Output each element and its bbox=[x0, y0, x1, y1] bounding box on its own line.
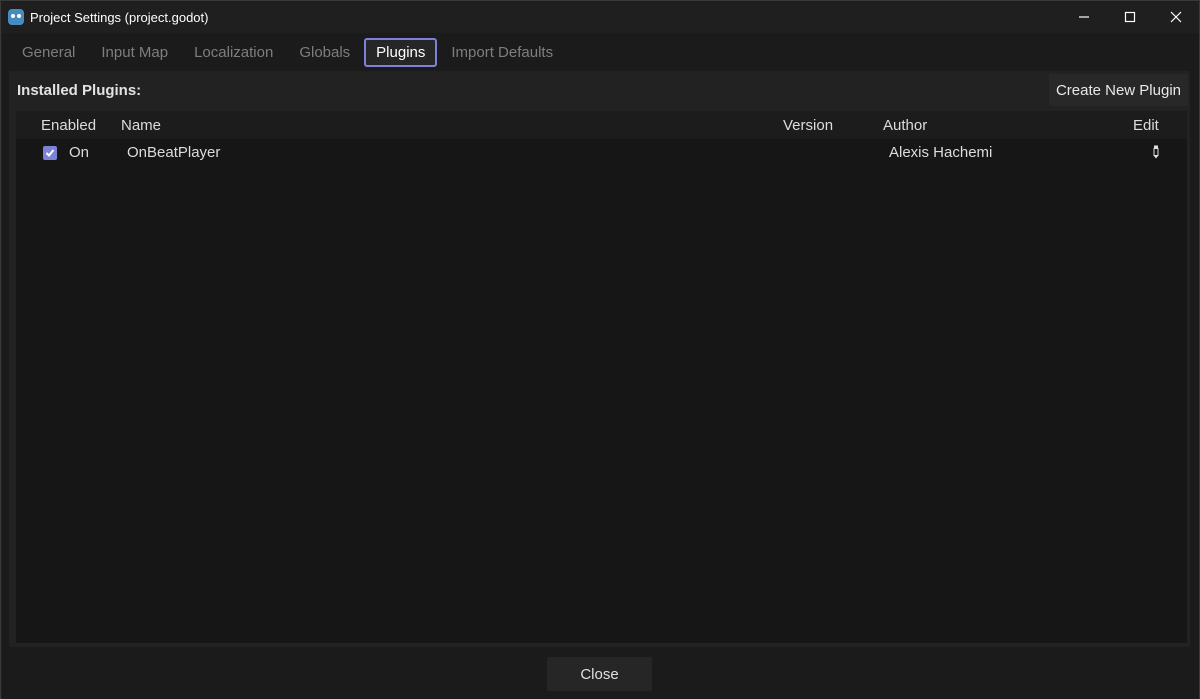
plugin-author: Alexis Hachemi bbox=[889, 144, 993, 161]
title-bar[interactable]: Project Settings (project.godot) bbox=[1, 1, 1199, 33]
dialog-body: General Input Map Localization Globals P… bbox=[2, 33, 1199, 699]
column-author[interactable]: Author bbox=[883, 117, 927, 134]
close-window-button[interactable] bbox=[1153, 1, 1199, 33]
plugins-header: Installed Plugins: Create New Plugin bbox=[9, 71, 1190, 109]
plugin-table: Enabled Name Version Author Edit On OnBe… bbox=[16, 111, 1187, 643]
maximize-button[interactable] bbox=[1107, 1, 1153, 33]
tab-bar: General Input Map Localization Globals P… bbox=[2, 33, 1199, 71]
pencil-icon[interactable] bbox=[1153, 145, 1159, 159]
create-new-plugin-button[interactable]: Create New Plugin bbox=[1048, 74, 1188, 106]
table-row[interactable]: On OnBeatPlayer Alexis Hachemi bbox=[16, 139, 1187, 167]
godot-icon bbox=[8, 9, 24, 25]
checkmark-icon bbox=[45, 149, 55, 157]
close-icon bbox=[1170, 11, 1182, 23]
window-controls bbox=[1061, 1, 1199, 33]
plugin-name: OnBeatPlayer bbox=[127, 144, 221, 161]
window-title: Project Settings (project.godot) bbox=[30, 9, 209, 25]
plugin-status: On bbox=[69, 144, 90, 161]
column-edit[interactable]: Edit bbox=[1133, 117, 1159, 134]
tab-localization[interactable]: Localization bbox=[182, 38, 285, 67]
column-name[interactable]: Name bbox=[121, 117, 161, 134]
tab-import-defaults[interactable]: Import Defaults bbox=[439, 38, 565, 67]
close-button[interactable]: Close bbox=[547, 657, 652, 691]
installed-plugins-label: Installed Plugins: bbox=[17, 81, 142, 99]
table-header: Enabled Name Version Author Edit bbox=[16, 111, 1187, 139]
tab-general[interactable]: General bbox=[10, 38, 87, 67]
tab-plugins[interactable]: Plugins bbox=[364, 37, 438, 67]
tab-input-map[interactable]: Input Map bbox=[89, 38, 180, 67]
maximize-icon bbox=[1124, 11, 1136, 23]
plugin-enabled-checkbox[interactable] bbox=[43, 146, 57, 160]
column-enabled[interactable]: Enabled bbox=[41, 117, 96, 134]
minimize-button[interactable] bbox=[1061, 1, 1107, 33]
project-settings-window: Project Settings (project.godot) General… bbox=[0, 0, 1200, 699]
plugins-panel: Installed Plugins: Create New Plugin Ena… bbox=[9, 71, 1190, 647]
column-version[interactable]: Version bbox=[783, 117, 833, 134]
minimize-icon bbox=[1079, 16, 1089, 18]
tab-globals[interactable]: Globals bbox=[287, 38, 362, 67]
